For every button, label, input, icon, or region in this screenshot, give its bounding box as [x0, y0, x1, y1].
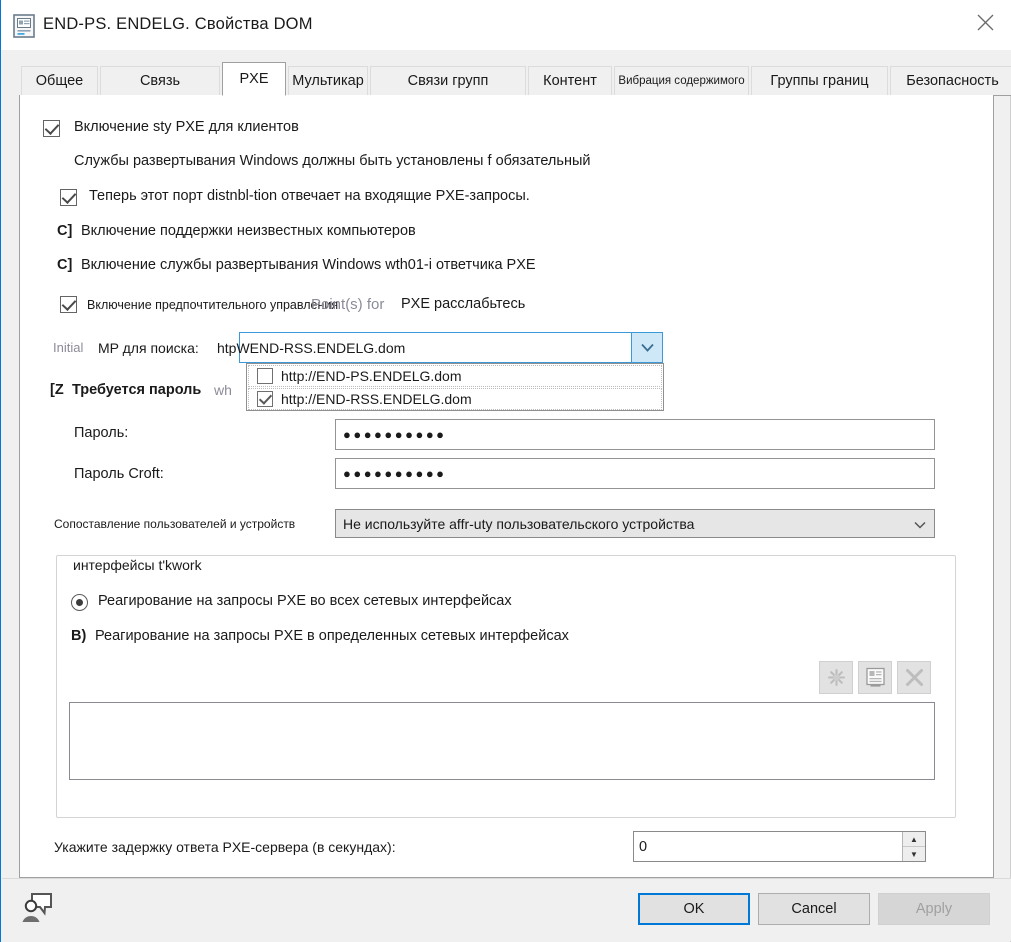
enable-pxe-checkbox[interactable] — [43, 120, 60, 137]
user-device-affinity-value: Не используйте affr-uty пользовательског… — [343, 515, 695, 532]
cancel-button[interactable]: Cancel — [758, 893, 870, 925]
password-required-label: Требуется пароль — [72, 382, 202, 398]
port-responds-checkbox[interactable] — [60, 189, 77, 206]
stepper-up-icon[interactable]: ▲ — [903, 832, 925, 847]
list-item[interactable]: http://END-PS.ENDELG.dom — [248, 365, 662, 387]
unknown-computers-prefix[interactable]: C] — [57, 223, 72, 239]
pxe-delay-field[interactable]: 0 ▲ ▼ — [633, 831, 926, 862]
new-star-icon[interactable] — [819, 661, 853, 694]
mp-option-label: http://END-PS.ENDELG.dom — [281, 368, 462, 384]
tab-obshchee[interactable]: Общее — [21, 66, 98, 96]
password-field[interactable]: ●●●●●●●●●● — [335, 419, 935, 450]
mp-option-checkbox[interactable] — [257, 368, 273, 384]
properties-icon[interactable] — [858, 661, 892, 694]
user-device-affinity-select[interactable]: Не используйте affr-uty пользовательског… — [335, 509, 935, 538]
tab-bezopasnost[interactable]: Безопасность — [890, 66, 1011, 96]
password-required-prefix[interactable]: [Z — [50, 382, 64, 398]
tab-label: Группы границ — [770, 73, 869, 89]
list-item[interactable]: http://END-RSS.ENDELG.dom — [248, 388, 662, 410]
tab-kontent[interactable]: Контент — [528, 66, 612, 96]
pxe-delay-value: 0 — [639, 838, 648, 855]
tab-strip: Общее Связь PXE Мультикар Связи групп Ко… — [1, 50, 1011, 96]
feedback-person-icon[interactable] — [21, 890, 55, 928]
wds-responder-label: Включение службы развертывания Windows w… — [81, 257, 536, 273]
mp-search-value-text: htpWEND-RSS.ENDELG.dom — [217, 340, 406, 356]
tab-svyaz[interactable]: Связь — [100, 66, 220, 96]
respond-specific-interfaces-label: Реагирование на запросы PXE в определенн… — [95, 628, 569, 644]
enable-pxe-label: Включение sty PXE для клиентов — [74, 119, 299, 135]
mp-search-dropdown-list[interactable]: http://END-PS.ENDELG.dom http://END-RSS.… — [246, 363, 664, 411]
password-label: Пароль: — [74, 425, 129, 441]
ok-button[interactable]: OK — [638, 893, 750, 925]
respond-specific-interfaces-prefix[interactable]: B) — [71, 628, 86, 644]
network-interfaces-group-title: интерфейсы t'kwork — [67, 557, 208, 573]
mp-search-label: MP для поиска: — [98, 340, 199, 356]
apply-button[interactable]: Apply — [878, 893, 990, 925]
password-confirm-label: Пароль Croft: — [74, 466, 164, 482]
pxe-delay-stepper[interactable]: ▲ ▼ — [902, 832, 925, 861]
tab-vibraciya[interactable]: Вибрация содержимого — [614, 66, 749, 96]
tab-multikar[interactable]: Мультикар — [288, 66, 368, 96]
tab-label: Безопасность — [906, 73, 999, 89]
user-device-affinity-label: Сопоставление пользователей и устройств — [54, 517, 296, 531]
unknown-computers-label: Включение поддержки неизвестных компьюте… — [81, 223, 416, 239]
chevron-down-icon — [914, 516, 926, 532]
tab-label: Связи групп — [407, 73, 489, 89]
tab-label: Связь — [139, 73, 181, 89]
port-responds-label: Теперь этот порт distnbl-tion отвечает н… — [89, 188, 530, 204]
preferred-mp-checkbox[interactable] — [60, 296, 77, 313]
respond-all-interfaces-label: Реагирование на запросы PXE во всех сете… — [98, 593, 512, 609]
properties-dialog: END-PS. ENDELG. Свойства DOM Общее Связь… — [0, 0, 1011, 942]
preferred-mp-label: Включение предпочтительного управления — [87, 298, 339, 312]
tab-pxe[interactable]: PXE — [222, 62, 286, 96]
stepper-down-icon[interactable]: ▼ — [903, 847, 925, 861]
password-confirm-field[interactable]: ●●●●●●●●●● — [335, 458, 935, 489]
preferred-mp-overlay-text: Point(s) for — [311, 296, 385, 313]
close-icon[interactable] — [962, 0, 1008, 44]
tab-svyazi-grupp[interactable]: Связи групп — [370, 66, 526, 96]
properties-document-icon — [13, 14, 35, 38]
password-required-ghost: wh — [214, 382, 232, 398]
chevron-down-icon[interactable] — [631, 333, 662, 362]
tab-label: Контент — [543, 73, 597, 89]
mp-option-label: http://END-RSS.ENDELG.dom — [281, 391, 472, 407]
tab-label: Мультикар — [292, 73, 364, 89]
tab-label: PXE — [239, 71, 269, 87]
tab-gruppy-granic[interactable]: Группы границ — [751, 66, 888, 96]
network-interfaces-list[interactable] — [69, 702, 935, 780]
title-bar: END-PS. ENDELG. Свойства DOM — [1, 0, 1011, 50]
tab-label: Вибрация содержимого — [618, 75, 745, 87]
initial-ghost-label: Initial — [53, 340, 84, 355]
page-title: END-PS. ENDELG. Свойства DOM — [43, 15, 313, 33]
wds-note-text: Службы развертывания Windows должны быть… — [74, 153, 591, 169]
pxe-delay-label: Укажите задержку ответа PXE-сервера (в с… — [54, 839, 396, 855]
preferred-mp-suffix: PXE расслабьтесь — [401, 296, 526, 312]
respond-all-interfaces-radio[interactable] — [71, 594, 88, 611]
wds-responder-prefix[interactable]: C] — [57, 257, 72, 273]
mp-option-checkbox[interactable] — [257, 391, 273, 407]
tab-label: Общее — [35, 73, 84, 89]
delete-x-icon[interactable] — [897, 661, 931, 694]
